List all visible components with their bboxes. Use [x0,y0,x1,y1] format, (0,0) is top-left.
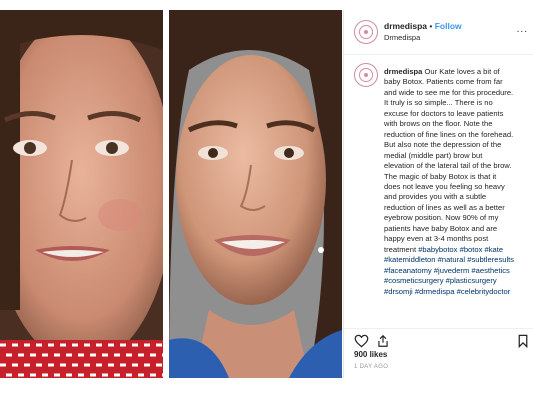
bookmark-icon[interactable] [518,334,528,353]
caption-line: excuse for doctors to leave patients [384,108,504,118]
hashtag-link[interactable]: #plasticsurgery [446,276,497,285]
hashtag-link[interactable]: #aesthetics [471,266,509,275]
hashtag-link[interactable]: #babybotox [418,245,457,254]
post-sidebar: drmedispa • Follow Drmedispa ... drmedis… [343,10,533,378]
post-image[interactable] [0,10,342,378]
caption-line: treatment [384,244,419,254]
hashtag-link[interactable]: #drmedispa [415,287,455,296]
hashtag-link[interactable]: #kate [485,245,504,254]
hashtag-link[interactable]: #faceanatomy [384,266,432,275]
caption-line: with brows on the floor. Note the [384,119,493,129]
after-photo [169,10,342,378]
separator-dot: • [429,21,433,31]
hashtag-link[interactable]: #katemiddleton [384,255,436,264]
more-options-icon[interactable]: ... [517,24,528,35]
caption-avatar[interactable] [354,63,378,87]
hashtag-link[interactable]: #natural [438,255,465,264]
header-subtitle: Drmedispa [384,33,421,42]
hashtag-link[interactable]: #juvederm [434,266,469,275]
likes-count[interactable]: 900 likes [354,350,387,359]
caption-line: does not leave you feeling so heavy [384,181,505,191]
post-header: drmedispa • Follow Drmedispa ... [344,10,533,55]
header-username[interactable]: drmedispa [384,21,427,31]
before-photo [0,10,163,378]
caption-username[interactable]: drmedispa [384,67,422,76]
hashtag-link[interactable]: #cosmeticsurgery [384,276,444,285]
caption-text: drmedispa Our Kate loves a bit of baby B… [384,67,530,297]
caption-line: reduction of lines as well as a better [384,202,505,212]
action-bar [344,328,533,351]
caption-line: and provides you with a subtle [384,192,487,202]
caption-line: patients have baby Botox and are [384,223,498,233]
caption-line: happy even at 3-4 months post [384,234,489,244]
caption-line: medial (middle part) brow but [384,150,483,160]
caption-line: Our Kate loves a bit of [422,67,500,76]
caption-line: The magic of baby Botox is that it [384,171,497,181]
hashtag-link[interactable]: #botox [460,245,483,254]
caption-line: eyebrow position. Now 90% of my [384,213,499,223]
caption-line: But also note the depression of the [384,140,502,150]
caption-line: It truly is so simple... There is no [384,98,493,108]
caption-line: elevation of the lateral tail of the bro… [384,161,512,171]
header-username-line: drmedispa • Follow [384,21,462,31]
caption-line: reduction of fine lines on the forehead. [384,129,514,139]
caption-line: baby Botox. Patients come from far [384,77,503,87]
post-timestamp: 1 DAY AGO [354,364,389,370]
instagram-post: drmedispa • Follow Drmedispa ... drmedis… [0,10,533,378]
profile-avatar[interactable] [354,20,378,44]
caption-line: and wide to see me for this procedure. [384,87,514,97]
caption-section: drmedispa Our Kate loves a bit of baby B… [344,61,533,319]
follow-button[interactable]: Follow [435,21,462,31]
hashtag-link[interactable]: #drsomji [384,287,413,296]
hashtag-link[interactable]: #subtleresults [467,255,514,264]
hashtag-link[interactable]: #celebritydoctor [457,287,511,296]
